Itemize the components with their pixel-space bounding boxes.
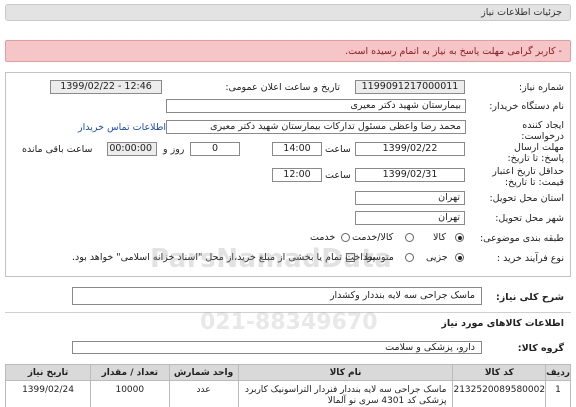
city-field: تهران (355, 211, 465, 225)
validity-time-field: 12:00 (272, 168, 322, 182)
process-radio-medium[interactable] (405, 253, 414, 262)
creator-label: ایجاد کننده درخواست: (521, 120, 564, 142)
cell-qty: 10000 (90, 380, 170, 407)
cell-name-line1: ماسک جراحی سه لایه بنددار فنردار التراسو… (244, 385, 447, 395)
group-field: دارو، پزشکی و سلامت (72, 341, 482, 354)
col-unit: واحد شمارش (168, 364, 239, 381)
category-radio-goods-service[interactable] (405, 233, 414, 242)
process-label: نوع فرآیند خرید : (496, 253, 564, 264)
description-field: ماسک جراحی سه لایه بنددار وکشدار (72, 287, 482, 305)
page-title: جزئیات اطلاعات نیاز (481, 7, 562, 18)
announce-field: 1399/02/22 - 12:46 (50, 80, 162, 94)
watermark-phone: 021-88349670 (200, 310, 378, 335)
province-label: استان محل تحویل: (489, 193, 564, 204)
description-text: ماسک جراحی سه لایه بنددار وکشدار (329, 290, 475, 301)
goods-section-title: اطلاعات کالاهای مورد نیاز (441, 318, 564, 329)
goods-table: ردیف کد کالا نام کالا واحد شمارش تعداد /… (4, 364, 571, 407)
group-value: دارو، پزشکی و سلامت (385, 342, 475, 353)
table-row: 1 2132520089580002 ماسک جراحی سه لایه بن… (4, 380, 571, 407)
cell-index: 1 (545, 380, 571, 407)
cell-unit: عدد (168, 380, 239, 407)
days-label: روز و (163, 144, 185, 155)
validity-time-label: ساعت (325, 170, 351, 181)
category-radio-service[interactable] (341, 233, 350, 242)
announce-label: تاریخ و ساعت اعلان عمومی: (225, 82, 340, 93)
cell-name-line2: پزشکی کد 4301 سری نو آلمالا (327, 396, 447, 406)
col-index: ردیف (545, 364, 571, 381)
buyer-contact-link[interactable]: اطلاعات تماس خریدار (78, 122, 166, 133)
description-title: شرح کلی نیاز: (495, 292, 564, 303)
deadline-date-field: 1399/02/22 (355, 142, 465, 156)
category-option-service: خدمت (310, 232, 336, 243)
col-qty: تعداد / مقدار (90, 364, 170, 381)
cell-code: 2132520089580002 (452, 380, 547, 407)
group-label: گروه کالا: (517, 343, 564, 354)
city-label: شهر محل تحویل: (495, 213, 564, 224)
col-date: تاریخ نیاز (4, 364, 92, 381)
category-label: طبقه بندی موضوعی: (479, 233, 564, 244)
days-field: 0 (190, 142, 240, 156)
deadline-time-label: ساعت (325, 144, 351, 155)
category-option-goods: کالا (433, 232, 446, 243)
process-radio-minor[interactable] (455, 253, 464, 262)
validity-date-field: 1399/02/31 (355, 168, 465, 182)
remaining-time-field: 00:00:00 (107, 142, 157, 156)
validity-label: حداقل تاریخ اعتبار قیمت: تا تاریخ: (492, 166, 564, 188)
deadline-label: مهلت ارسال پاسخ: تا تاریخ: (507, 142, 564, 164)
watermark-brand: ParsNamadData (150, 244, 393, 274)
buyer-field: بیمارستان شهید دکتر معیری (166, 99, 466, 113)
deadline-time-field: 14:00 (272, 142, 322, 156)
creator-field: محمد رضا واعظی مسئول تدارکات بیمارستان ش… (166, 120, 466, 134)
cell-date: 1399/02/24 (4, 380, 92, 407)
need-number-field: 1199091217000011 (355, 80, 465, 94)
category-radio-goods[interactable] (455, 233, 464, 242)
remaining-label: ساعت باقی مانده (22, 144, 93, 155)
col-code: کد کالا (452, 364, 547, 381)
cell-name: ماسک جراحی سه لایه بنددار فنردار التراسو… (237, 380, 454, 407)
province-field: تهران (355, 191, 465, 205)
need-number-label: شماره نیاز: (518, 82, 564, 93)
deadline-alert: - کاربر گرامی مهلت پاسخ به نیاز به اتمام… (5, 40, 571, 62)
page-titlebar: جزئیات اطلاعات نیاز (5, 4, 571, 21)
buyer-label: نام دستگاه خریدار: (489, 101, 564, 112)
alert-text: - کاربر گرامی مهلت پاسخ به نیاز به اتمام… (345, 46, 562, 57)
category-option-goods-service: کالا/خدمت (352, 232, 394, 243)
process-option-minor: جزیی (426, 252, 448, 263)
col-name: نام کالا (237, 364, 454, 381)
